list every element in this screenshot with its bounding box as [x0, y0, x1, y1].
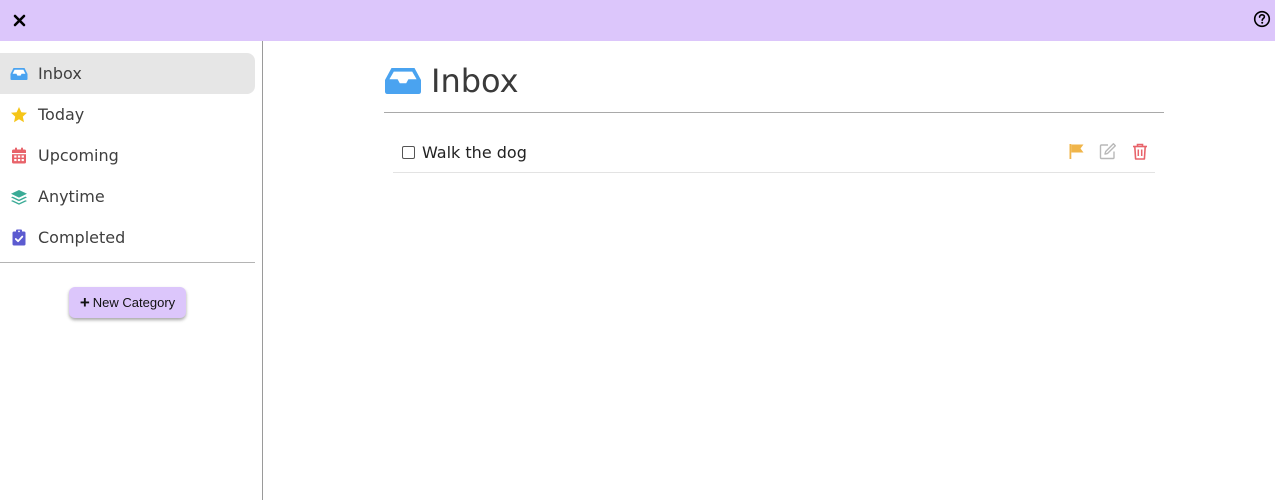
inbox-tray-icon	[385, 68, 421, 94]
sidebar-item-label: Upcoming	[38, 146, 119, 165]
inbox-tray-icon	[10, 65, 28, 83]
edit-button[interactable]	[1098, 141, 1118, 161]
sidebar-item-label: Today	[38, 105, 85, 124]
layers-icon	[10, 188, 28, 206]
task-row: Walk the dog	[393, 135, 1155, 173]
sidebar-item-label: Inbox	[38, 64, 82, 83]
task-checkbox[interactable]	[402, 146, 415, 159]
edit-icon	[1099, 143, 1116, 160]
sidebar-item-anytime[interactable]: Anytime	[0, 176, 255, 217]
task-label: Walk the dog	[422, 143, 527, 162]
sidebar: Inbox Today Upcoming Anytime Completed +…	[0, 41, 263, 500]
sidebar-divider	[0, 262, 255, 263]
sidebar-nav: Inbox Today Upcoming Anytime Completed	[0, 53, 255, 258]
new-category-button[interactable]: + New Category	[69, 287, 186, 318]
close-button[interactable]	[10, 10, 28, 30]
page-title: Inbox	[431, 62, 519, 100]
top-bar	[0, 0, 1275, 41]
question-circle-icon	[1253, 10, 1271, 28]
page-header: Inbox	[384, 59, 519, 103]
flag-button[interactable]	[1066, 141, 1086, 161]
calendar-icon	[10, 147, 28, 165]
star-icon	[10, 106, 28, 124]
sidebar-item-completed[interactable]: Completed	[0, 217, 255, 258]
clipboard-check-icon	[10, 229, 28, 247]
new-category-label: New Category	[92, 295, 176, 310]
sidebar-item-label: Completed	[38, 228, 126, 247]
sidebar-item-upcoming[interactable]: Upcoming	[0, 135, 255, 176]
sidebar-item-today[interactable]: Today	[0, 94, 255, 135]
delete-button[interactable]	[1130, 141, 1150, 161]
trash-icon	[1133, 143, 1147, 160]
title-divider	[384, 112, 1164, 113]
flag-icon	[1069, 143, 1083, 159]
main-content: Inbox Walk the dog	[264, 41, 1275, 500]
help-button[interactable]	[1253, 10, 1271, 28]
sidebar-item-label: Anytime	[38, 187, 105, 206]
plus-icon: +	[79, 293, 90, 312]
sidebar-item-inbox[interactable]: Inbox	[0, 53, 255, 94]
close-icon	[13, 14, 25, 26]
